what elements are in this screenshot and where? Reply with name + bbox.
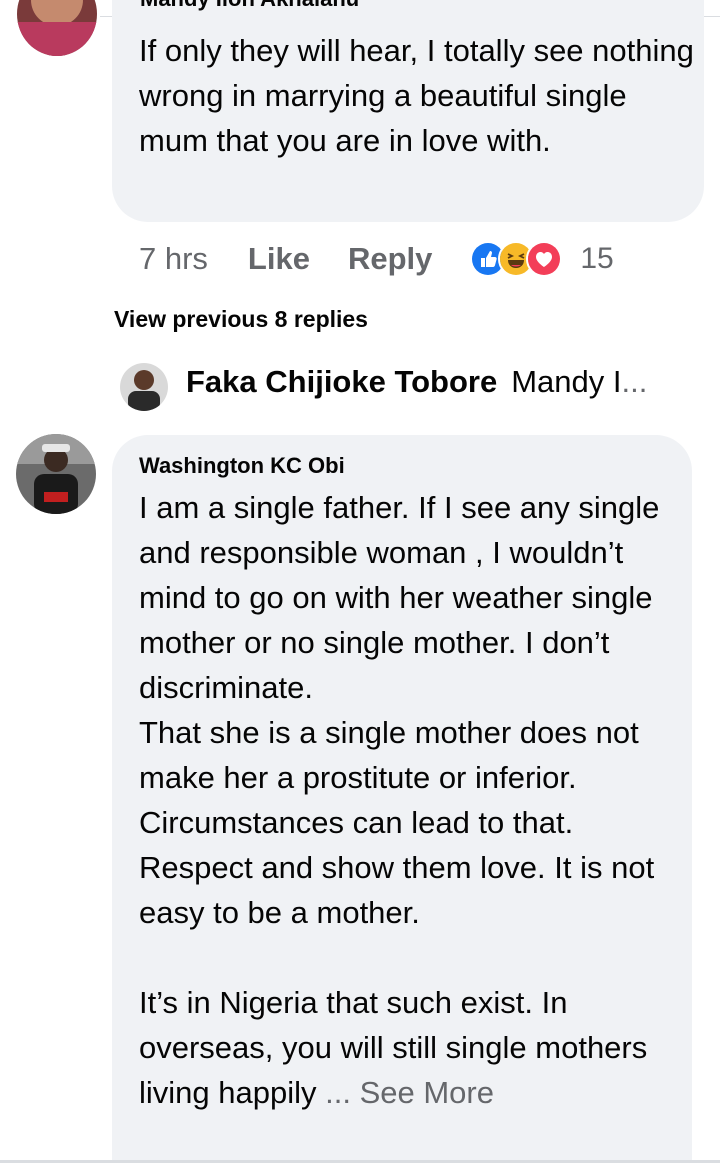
reply-button[interactable]: Reply bbox=[348, 241, 432, 277]
reactions-summary[interactable] bbox=[470, 240, 563, 277]
avatar[interactable] bbox=[17, 0, 97, 56]
see-more-ellipsis: ... bbox=[316, 1075, 351, 1110]
comment-actions: 7 hrs Like Reply 15 bbox=[139, 236, 614, 281]
comment-author[interactable]: Mandy Iloh Akhalanu bbox=[140, 0, 359, 12]
love-icon bbox=[526, 240, 563, 277]
comment-paragraph: That she is a single mother does not mak… bbox=[139, 715, 639, 840]
comment-text: I am a single father. If I see any singl… bbox=[139, 485, 684, 1115]
avatar[interactable] bbox=[16, 434, 96, 514]
reply-ellipsis: ... bbox=[621, 364, 648, 399]
comment-paragraph: It’s in Nigeria that such exist. In over… bbox=[139, 980, 684, 1115]
comment-text: If only they will hear, I totally see no… bbox=[139, 33, 694, 158]
comment-paragraph: Respect and show them love. It is not ea… bbox=[139, 850, 655, 930]
comment-thread: Mandy Iloh Akhalanu If only they will he… bbox=[0, 0, 720, 1163]
comment-paragraph: I am a single father. If I see any singl… bbox=[139, 490, 660, 705]
reply-preview-text: Mandy I bbox=[511, 364, 622, 399]
comment-timestamp[interactable]: 7 hrs bbox=[139, 241, 208, 277]
view-previous-replies-link[interactable]: View previous 8 replies bbox=[114, 306, 368, 333]
avatar[interactable] bbox=[120, 363, 168, 411]
reaction-count[interactable]: 15 bbox=[580, 242, 613, 276]
see-more-link[interactable]: See More bbox=[351, 1075, 494, 1110]
like-button[interactable]: Like bbox=[248, 241, 310, 277]
latest-reply-preview[interactable]: Faka Chijioke Tobore Mandy I... bbox=[186, 364, 686, 400]
reply-author[interactable]: Faka Chijioke Tobore bbox=[186, 364, 497, 399]
comment-author[interactable]: Washington KC Obi bbox=[139, 453, 345, 479]
